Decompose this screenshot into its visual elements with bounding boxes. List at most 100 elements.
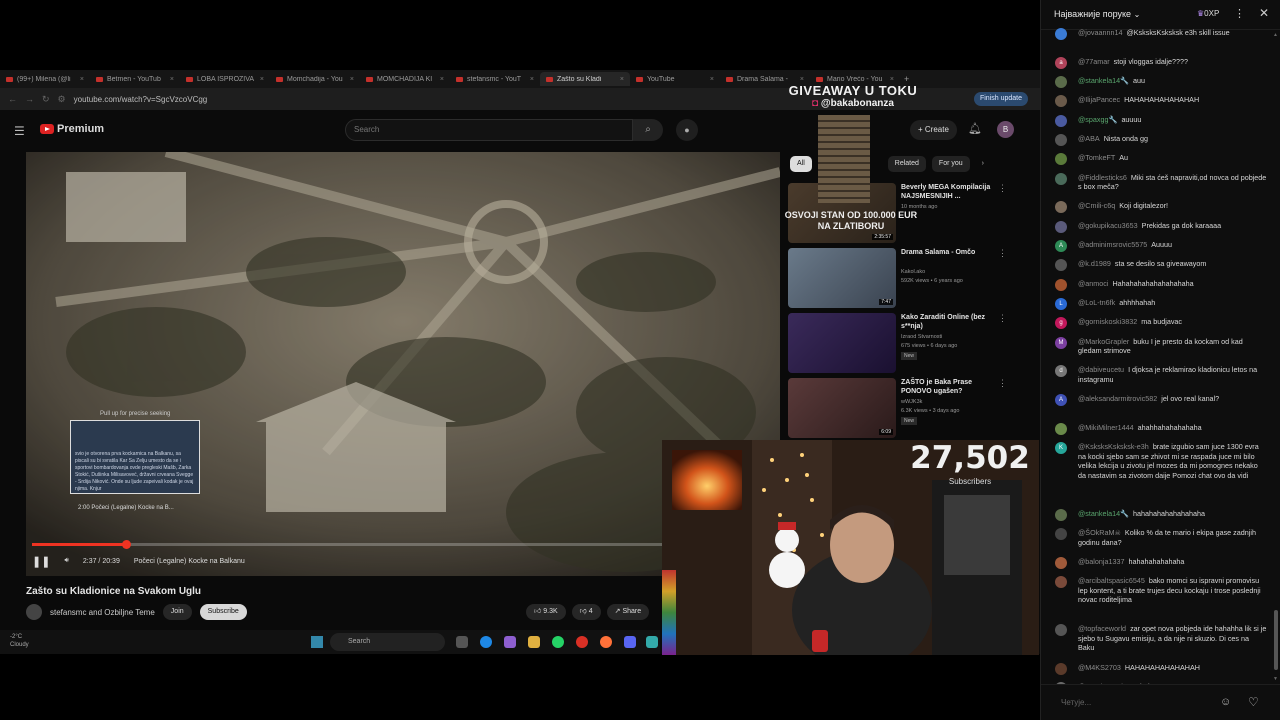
notifications-icon[interactable]: 🔔︎: [968, 122, 982, 135]
chat-author[interactable]: @ABA: [1078, 134, 1100, 143]
user-avatar[interactable]: [1055, 153, 1067, 166]
chevron-right-icon[interactable]: ›: [982, 156, 984, 174]
user-avatar[interactable]: [1055, 624, 1067, 637]
windows-start-icon[interactable]: [311, 636, 323, 648]
tab-close-icon[interactable]: ×: [620, 76, 624, 83]
chat-author[interactable]: @M4KS2703: [1078, 663, 1121, 672]
video-thumbnail[interactable]: 6:09: [788, 378, 896, 438]
progress-bar[interactable]: [32, 540, 772, 549]
recommended-video[interactable]: Kako Zaraditi Online (bez s**nja) Izraod …: [788, 313, 1018, 373]
chat-author[interactable]: @aleksandarmitrovic582: [1078, 394, 1157, 403]
chat-input[interactable]: Четује...: [1061, 698, 1091, 707]
chat-scrollbar[interactable]: ▲ ▼: [1273, 30, 1279, 684]
firefox-icon[interactable]: [600, 636, 612, 648]
more-options-icon[interactable]: ⋮: [998, 248, 1007, 259]
tab-close-icon[interactable]: ×: [350, 76, 354, 83]
tab-close-icon[interactable]: ×: [530, 76, 534, 83]
chat-author[interactable]: @Cmili-c6q: [1078, 201, 1115, 210]
user-avatar[interactable]: [1055, 278, 1067, 291]
chat-author[interactable]: @balonja1337: [1078, 557, 1124, 566]
chat-author[interactable]: @LoL-tn6fk: [1078, 298, 1115, 307]
back-icon[interactable]: ←: [8, 94, 17, 104]
recommended-title[interactable]: Kako Zaraditi Online (bez s**nja): [901, 313, 993, 331]
recommended-channel[interactable]: Izraod Stvarnosti: [901, 333, 942, 341]
chat-author[interactable]: @gokupikacu3653: [1078, 221, 1138, 230]
scrollbar-thumb[interactable]: [1274, 610, 1278, 670]
chat-mode-dropdown[interactable]: Најважније поруке ⌄: [1054, 9, 1140, 19]
tab-close-icon[interactable]: ×: [440, 76, 444, 83]
chat-author[interactable]: @77amar: [1078, 57, 1110, 66]
chip-for-you[interactable]: For you: [931, 156, 970, 172]
more-options-icon[interactable]: ⋮: [1234, 7, 1245, 20]
tab-close-icon[interactable]: ×: [260, 76, 264, 83]
recommended-channel[interactable]: Kakol.ako: [901, 268, 925, 276]
user-avatar[interactable]: [1055, 557, 1067, 570]
chrome-icon[interactable]: [576, 636, 588, 648]
user-avatar[interactable]: A: [1055, 394, 1067, 407]
menu-icon[interactable]: ☰: [14, 124, 25, 138]
chat-author[interactable]: @k.d1989: [1078, 259, 1111, 268]
user-avatar[interactable]: [1055, 201, 1067, 214]
more-options-icon[interactable]: ⋮: [998, 183, 1007, 194]
chat-author[interactable]: @arcibaltspasic6545: [1078, 576, 1145, 585]
taskbar-search[interactable]: Search: [330, 633, 445, 651]
volume-icon[interactable]: 🔊︎: [64, 557, 68, 565]
browser-tab[interactable]: Zašto su Kladi ×: [540, 72, 630, 86]
browser-tab[interactable]: (99+) Milena (@li ×: [0, 72, 90, 86]
user-avatar[interactable]: g: [1055, 317, 1067, 330]
browser-tab[interactable]: Momchadija - You ×: [270, 72, 360, 86]
recommended-channel[interactable]: wWJK3k: [901, 398, 922, 406]
chat-author[interactable]: @ŠOkRaM☠: [1078, 528, 1121, 537]
discord-icon[interactable]: [624, 636, 636, 648]
chat-author[interactable]: @topfaceworld: [1078, 624, 1126, 633]
create-button[interactable]: + Create: [910, 120, 957, 140]
tab-close-icon[interactable]: ×: [800, 76, 804, 83]
tab-close-icon[interactable]: ×: [170, 76, 174, 83]
heart-icon[interactable]: ♡: [1248, 695, 1259, 709]
user-avatar[interactable]: K: [1055, 442, 1067, 455]
user-avatar[interactable]: a: [1055, 56, 1067, 69]
user-avatar[interactable]: M: [1055, 336, 1067, 349]
more-options-icon[interactable]: ⋮: [998, 313, 1007, 324]
edge-icon[interactable]: [480, 636, 492, 648]
whatsapp-icon[interactable]: [552, 636, 564, 648]
search-icon[interactable]: ⌕: [633, 119, 663, 141]
chat-author[interactable]: @stankela14🔧: [1078, 509, 1129, 518]
video-thumbnail[interactable]: [788, 313, 896, 373]
user-avatar[interactable]: [1055, 220, 1067, 233]
finish-update-button[interactable]: Finish update: [973, 92, 1028, 106]
channel-avatar[interactable]: [26, 604, 42, 620]
chat-author[interactable]: @spaxgg🔧: [1078, 115, 1117, 124]
app-icon[interactable]: [646, 636, 658, 648]
user-avatar[interactable]: [1055, 576, 1067, 589]
site-info-icon[interactable]: ⚙: [58, 94, 66, 105]
user-avatar[interactable]: [1055, 528, 1067, 541]
chat-author[interactable]: @jovaannn14: [1078, 28, 1122, 37]
tab-close-icon[interactable]: ×: [80, 76, 84, 83]
user-avatar[interactable]: [1055, 28, 1067, 40]
scroll-up-icon[interactable]: ▲: [1273, 32, 1278, 38]
microphone-icon[interactable]: ●: [676, 119, 698, 141]
browser-tab[interactable]: MOMCHADIJA KI ×: [360, 72, 450, 86]
weather-widget[interactable]: -2°C Cloudy: [10, 633, 29, 649]
pause-icon[interactable]: ❚❚: [32, 555, 50, 568]
recommended-title[interactable]: Beverly MEGA Kompilacija NAJSMESNIJIH ..…: [901, 183, 993, 201]
chat-author[interactable]: @stankela14🔧: [1078, 76, 1129, 85]
like-button[interactable]: 👍︎ 9.3K: [526, 604, 566, 620]
video-thumbnail[interactable]: 7:47: [788, 248, 896, 308]
chat-author[interactable]: @IlijaPancec: [1078, 95, 1120, 104]
chat-author[interactable]: @Fiddlesticks6: [1078, 173, 1127, 182]
user-avatar[interactable]: [1055, 662, 1067, 675]
chat-author[interactable]: @TomkeFT: [1078, 153, 1115, 162]
join-button[interactable]: Join: [162, 604, 192, 620]
user-avatar[interactable]: [1055, 422, 1067, 435]
file-explorer-icon[interactable]: [528, 636, 540, 648]
subscribe-button[interactable]: Subscribe: [199, 604, 247, 620]
user-avatar[interactable]: [1055, 95, 1067, 108]
user-avatar[interactable]: [1055, 134, 1067, 146]
browser-tab[interactable]: Betmen - YouTub ×: [90, 72, 180, 86]
account-avatar[interactable]: B: [997, 121, 1014, 138]
chapter-label[interactable]: Počeci (Legalne) Kocke na Balkanu: [134, 558, 245, 565]
chat-author[interactable]: @MikiMilner1444: [1078, 423, 1134, 432]
user-avatar[interactable]: [1055, 76, 1067, 89]
